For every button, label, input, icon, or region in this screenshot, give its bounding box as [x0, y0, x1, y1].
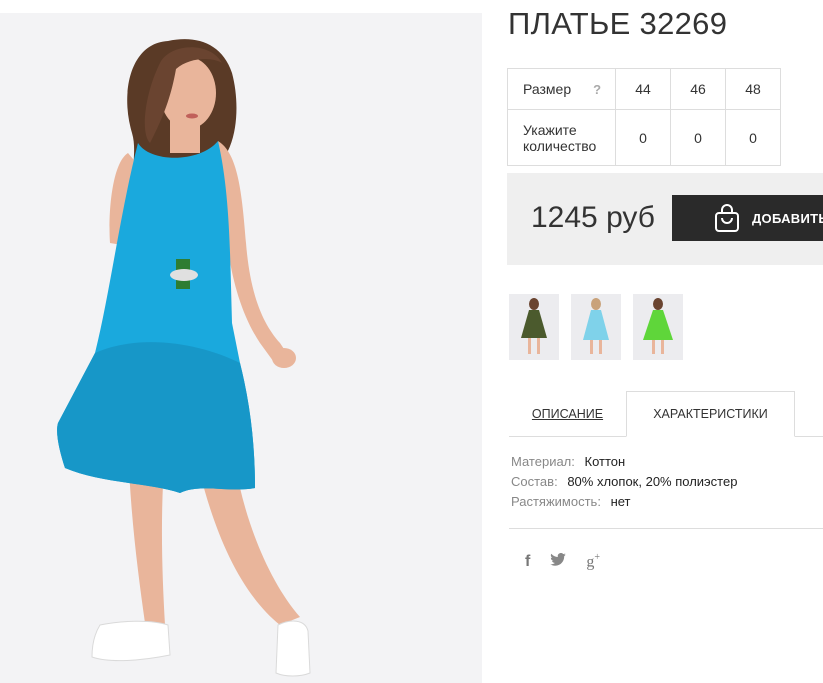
add-to-cart-label: ДОБАВИТЬ	[752, 210, 823, 226]
size-48[interactable]: 48	[725, 68, 781, 110]
twitter-icon[interactable]	[550, 552, 567, 571]
price: 1245 руб	[531, 201, 655, 234]
divider	[509, 528, 823, 529]
spec-composition: Состав: 80% хлопок, 20% полиэстер	[511, 475, 737, 495]
size-44[interactable]: 44	[615, 68, 671, 110]
quantity-input-46[interactable]: 0	[670, 109, 726, 166]
quantity-label-line1: Укажите	[523, 121, 577, 138]
spec-material: Материал: Коттон	[511, 455, 737, 475]
thumbnail-olive[interactable]	[509, 294, 559, 360]
specs-list: Материал: Коттон Состав: 80% хлопок, 20%…	[511, 455, 737, 515]
quantity-label-cell: Укажите количество	[507, 109, 616, 166]
thumbnail-green[interactable]	[633, 294, 683, 360]
spec-key: Состав:	[511, 474, 558, 489]
spec-key: Растяжимость:	[511, 494, 601, 509]
product-tabs: ОПИСАНИЕ ХАРАКТЕРИСТИКИ	[509, 391, 823, 437]
size-table: Размер? 44 46 48 Укажите количество 0 0 …	[507, 68, 781, 166]
size-row: Размер? 44 46 48	[507, 68, 781, 110]
spec-value: нет	[610, 494, 631, 509]
tab-description[interactable]: ОПИСАНИЕ	[509, 391, 626, 436]
color-thumbnails	[509, 294, 683, 360]
googleplus-icon[interactable]: g+	[586, 552, 600, 571]
add-to-cart-button[interactable]: ДОБАВИТЬ	[672, 195, 823, 241]
product-main-image[interactable]	[0, 13, 482, 683]
spec-value: Коттон	[584, 454, 626, 469]
googleplus-plus: +	[594, 552, 600, 563]
quantity-input-44[interactable]: 0	[615, 109, 671, 166]
spec-stretch: Растяжимость: нет	[511, 495, 737, 515]
thumbnail-light-blue[interactable]	[571, 294, 621, 360]
spec-key: Материал:	[511, 454, 575, 469]
quantity-input-48[interactable]: 0	[725, 109, 781, 166]
help-icon[interactable]: ?	[593, 82, 601, 97]
size-label: Размер	[523, 81, 572, 97]
size-46[interactable]: 46	[670, 68, 726, 110]
product-title: ПЛАТЬЕ 32269	[508, 6, 728, 41]
quantity-row: Укажите количество 0 0 0	[507, 109, 781, 166]
spec-value: 80% хлопок, 20% полиэстер	[567, 474, 738, 489]
tab-characteristics[interactable]: ХАРАКТЕРИСТИКИ	[626, 391, 795, 437]
buy-box: 1245 руб ДОБАВИТЬ	[507, 173, 823, 265]
quantity-label-line2: количество	[523, 137, 597, 154]
shopping-bag-icon	[714, 203, 740, 233]
social-share: f g+	[525, 552, 600, 571]
facebook-icon[interactable]: f	[525, 553, 530, 571]
size-label-cell: Размер?	[507, 68, 616, 110]
